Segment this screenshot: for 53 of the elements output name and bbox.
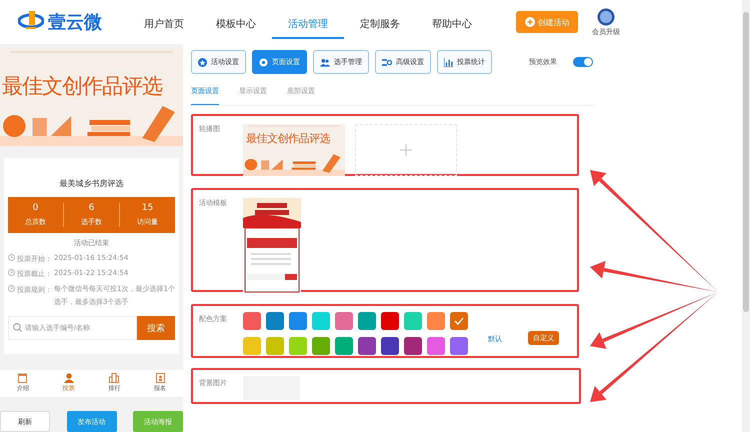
star-icon <box>198 58 207 66</box>
clock-icon <box>8 254 15 261</box>
badge-icon <box>156 372 165 383</box>
stat-value: 0 <box>32 202 38 213</box>
color-swatch[interactable] <box>289 312 307 330</box>
nav-link[interactable]: 模板中心 <box>200 11 272 39</box>
color-swatch[interactable] <box>381 312 399 330</box>
users-icon <box>320 58 330 66</box>
plus-icon <box>524 17 534 27</box>
search-icon <box>13 323 22 332</box>
brand-name: 壹云微 <box>48 11 102 34</box>
color-swatch[interactable] <box>266 336 284 354</box>
color-swatch[interactable] <box>289 336 307 354</box>
clock-icon <box>8 284 15 292</box>
nav-link[interactable]: 定制服务 <box>344 11 416 39</box>
nav-link[interactable]: 帮助中心 <box>416 11 488 39</box>
color-swatch[interactable] <box>243 312 261 330</box>
add-image-button[interactable] <box>355 124 457 176</box>
color-swatch[interactable] <box>404 312 422 330</box>
nav-link[interactable]: 用户首页 <box>128 11 200 39</box>
check-icon <box>454 317 464 325</box>
bar-chart-icon <box>444 58 453 66</box>
plus-icon <box>400 144 412 156</box>
sliders-icon <box>382 58 392 66</box>
color-swatch[interactable] <box>358 336 376 354</box>
color-swatch[interactable] <box>312 336 330 354</box>
color-swatch[interactable] <box>335 336 353 354</box>
nav-link[interactable]: 活动管理 <box>272 11 344 39</box>
stat-value: 15 <box>142 202 154 213</box>
vip-icon <box>597 8 615 26</box>
banner-title: 最佳文创作品评选 <box>2 73 162 100</box>
settings-icon <box>259 58 268 66</box>
color-swatch[interactable] <box>427 312 445 330</box>
clock-icon <box>8 269 15 276</box>
color-swatch[interactable] <box>243 336 261 354</box>
scrollbar-thumb[interactable] <box>743 12 749 312</box>
color-swatch[interactable] <box>427 336 445 354</box>
color-swatch[interactable] <box>266 312 284 330</box>
search-button[interactable]: 搜索 <box>137 316 175 340</box>
calendar-icon <box>18 372 28 383</box>
building-icon <box>109 372 120 383</box>
color-swatch[interactable] <box>381 336 399 354</box>
color-swatch[interactable] <box>312 312 330 330</box>
color-swatch[interactable] <box>450 312 468 330</box>
preview-switch[interactable] <box>573 57 593 67</box>
color-swatch[interactable] <box>358 312 376 330</box>
image-title: 最佳文创作品评选 <box>246 131 330 146</box>
stat-value: 6 <box>88 202 94 213</box>
color-swatch[interactable] <box>404 336 422 354</box>
person-icon <box>64 372 74 383</box>
event-title: 最美城乡书房评选 <box>60 178 124 189</box>
color-swatch[interactable] <box>450 336 468 354</box>
color-swatch[interactable] <box>335 312 353 330</box>
